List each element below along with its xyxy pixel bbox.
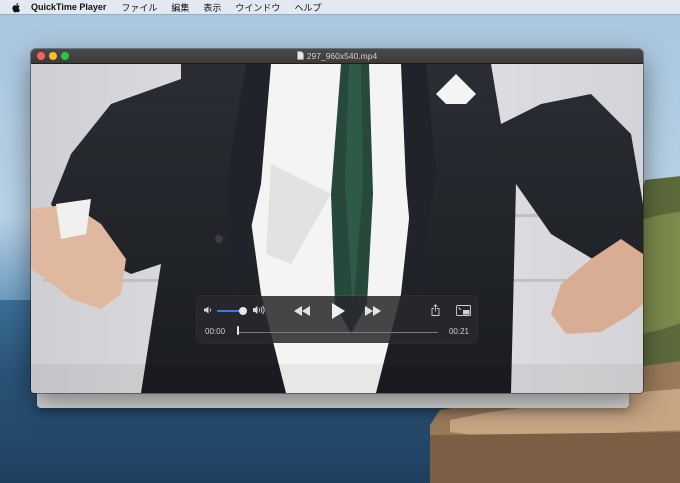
share-icon[interactable] (431, 304, 440, 316)
picture-in-picture-icon[interactable] (456, 305, 471, 316)
total-time-label: 00:21 (448, 327, 469, 336)
menu-edit[interactable]: 編集 (171, 1, 189, 14)
scrubber-playhead[interactable] (237, 326, 239, 335)
menu-app-name[interactable]: QuickTime Player (31, 2, 106, 12)
video-frame[interactable] (31, 64, 643, 393)
volume-slider-knob[interactable] (238, 307, 247, 315)
menu-file[interactable]: ファイル (121, 1, 157, 14)
title-bar[interactable]: 297_960x540.mp4 (31, 49, 643, 64)
fast-forward-icon[interactable] (364, 306, 382, 316)
play-icon[interactable] (330, 303, 346, 319)
window-title-wrap: 297_960x540.mp4 (31, 50, 643, 62)
document-icon (296, 51, 304, 60)
current-time-label: 00:00 (205, 327, 226, 336)
menu-bar: QuickTime Player ファイル 編集 表示 ウインドウ ヘルプ (0, 0, 680, 14)
apple-icon[interactable] (11, 2, 22, 13)
playback-controller: 00:00 00:21 (197, 296, 477, 343)
menu-window[interactable]: ウインドウ (235, 1, 280, 14)
window-shadow (37, 393, 629, 408)
menu-view[interactable]: 表示 (203, 1, 221, 14)
menu-help[interactable]: ヘルプ (294, 1, 321, 14)
window-title: 297_960x540.mp4 (306, 51, 378, 61)
scrubber-track[interactable] (237, 332, 438, 333)
volume-high-icon[interactable] (253, 305, 266, 315)
volume-low-icon[interactable] (204, 306, 213, 314)
rewind-icon[interactable] (293, 306, 311, 316)
